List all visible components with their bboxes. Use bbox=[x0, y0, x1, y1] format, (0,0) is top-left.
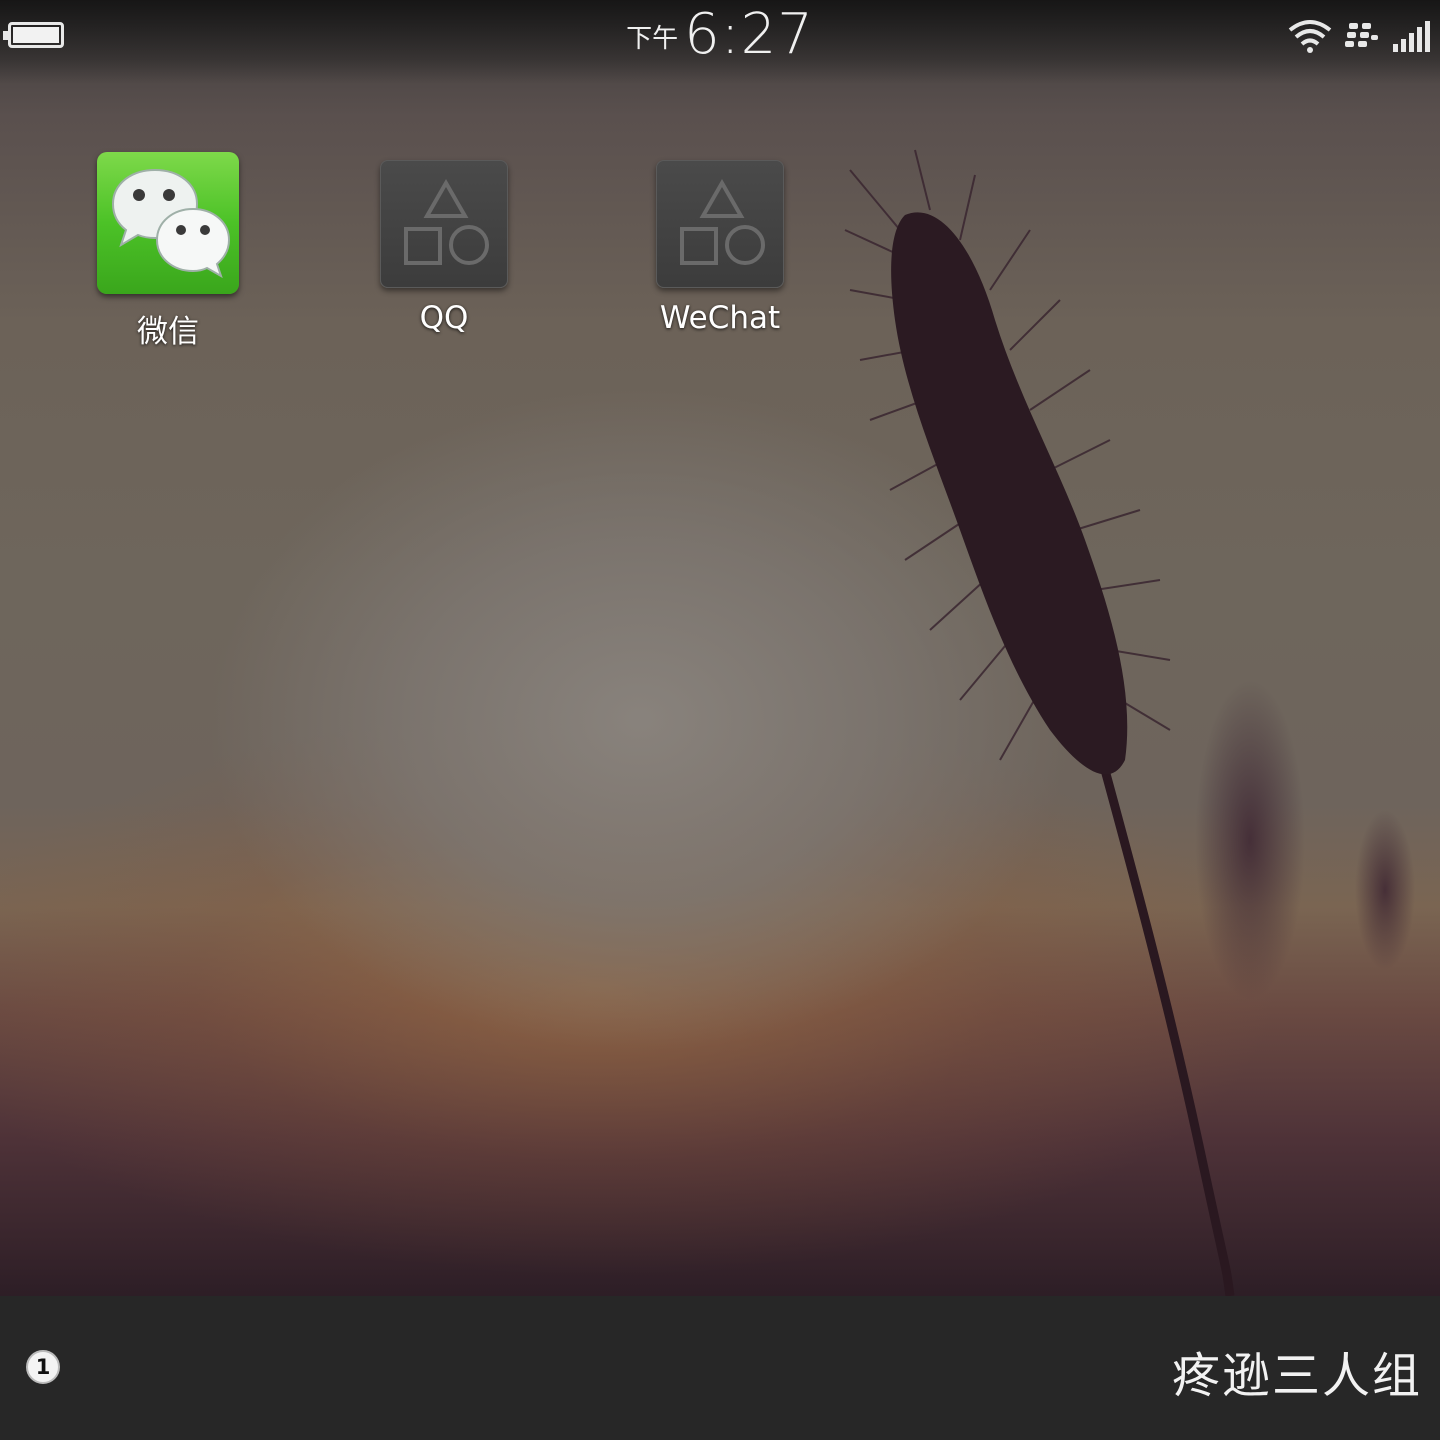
placeholder-shapes-icon bbox=[656, 160, 784, 288]
app-wechat-en[interactable]: WeChat bbox=[610, 160, 830, 336]
wechat-icon bbox=[97, 152, 239, 294]
app-label: QQ bbox=[419, 300, 469, 336]
app-label: WeChat bbox=[659, 300, 781, 336]
signal-icon bbox=[1393, 21, 1430, 52]
status-bar: 下午 6:27 bbox=[0, 0, 1440, 84]
folder-title[interactable]: 疼逊三人组 bbox=[1172, 1336, 1422, 1406]
blackberry-icon bbox=[1344, 23, 1378, 47]
notification-badge[interactable]: 1 bbox=[26, 1350, 60, 1384]
clock: 下午 6:27 bbox=[0, 2, 1440, 67]
status-icons bbox=[1280, 18, 1432, 58]
app-label: 微信 bbox=[137, 314, 199, 350]
app-wechat-cn[interactable]: 微信 bbox=[58, 152, 278, 351]
placeholder-shapes-icon bbox=[380, 160, 508, 288]
wifi-icon bbox=[1288, 20, 1332, 53]
app-qq[interactable]: QQ bbox=[334, 160, 554, 336]
clock-ampm: 下午 bbox=[626, 24, 679, 54]
clock-time: 6:27 bbox=[684, 2, 814, 67]
